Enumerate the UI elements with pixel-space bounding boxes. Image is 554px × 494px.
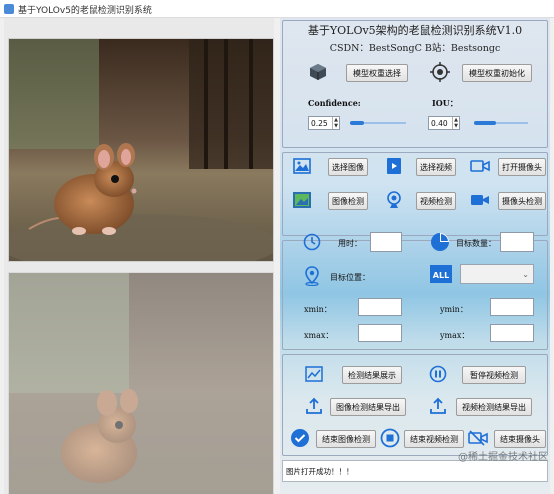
pause-icon (428, 364, 448, 384)
detect-image-button[interactable]: 图像检测 (328, 192, 368, 210)
webcam-icon (384, 190, 404, 210)
select-video-button[interactable]: 选择视频 (416, 158, 456, 176)
end-image-button[interactable]: 结束图像检测 (316, 430, 376, 448)
target-select-combo[interactable]: ⌄ (460, 264, 534, 284)
show-result-button[interactable]: 检测结果展示 (342, 366, 402, 384)
ymax-field (490, 324, 534, 342)
result-image (8, 272, 274, 494)
target-count-label: 目标数量： (456, 239, 496, 248)
mouse-photo (9, 39, 273, 261)
select-image-button[interactable]: 选择图像 (328, 158, 368, 176)
window-titlebar: 基于YOLOv5的老鼠检测识别系统 (0, 0, 554, 18)
video-camera-icon (470, 190, 490, 210)
ymin-label: ymin： (440, 305, 468, 314)
time-field (370, 232, 402, 252)
confidence-label: Confidence: (308, 98, 361, 108)
app-icon (4, 4, 14, 14)
mouse-photo-faded (9, 273, 273, 494)
model-init-button[interactable]: 模型权重初始化 (462, 64, 532, 82)
confidence-slider[interactable] (350, 118, 406, 128)
xmin-field (358, 298, 402, 316)
iou-label: IOU： (432, 98, 458, 108)
ymax-label: ymax： (440, 331, 470, 340)
check-circle-icon (290, 428, 310, 448)
xmax-field (358, 324, 402, 342)
pie-chart-icon (430, 232, 450, 252)
ymin-field (490, 298, 534, 316)
iou-slider[interactable] (474, 118, 528, 128)
upload-icon (304, 396, 324, 416)
xmin-label: xmin： (304, 305, 332, 314)
camera-off-icon (468, 428, 488, 448)
confidence-spinbox[interactable]: 0.25 ▲ ▼ (308, 116, 340, 130)
status-message: 图片打开成功！！！ (286, 466, 354, 476)
status-bar: 图片打开成功！！！ (282, 460, 548, 482)
end-video-button[interactable]: 结束视频检测 (404, 430, 464, 448)
spin-arrows-icon[interactable]: ▲ ▼ (332, 117, 339, 129)
end-camera-button[interactable]: 结束摄像头 (494, 430, 546, 448)
window-title: 基于YOLOv5的老鼠检测识别系统 (18, 6, 152, 16)
location-pin-icon (302, 266, 322, 286)
iou-slider-fill (474, 121, 496, 125)
pause-video-button[interactable]: 暂停视频检测 (462, 366, 526, 384)
upload-icon (428, 396, 448, 416)
spin-arrows-icon[interactable]: ▲ ▼ (452, 117, 459, 129)
confidence-slider-fill (350, 121, 364, 125)
image-icon (292, 156, 312, 176)
camera-icon (470, 156, 490, 176)
chevron-down-icon: ⌄ (522, 269, 529, 279)
iou-spinbox[interactable]: 0.40 ▲ ▼ (428, 116, 460, 130)
export-video-button[interactable]: 视频检测结果导出 (456, 398, 532, 416)
image-detect-icon (292, 190, 312, 210)
target-position-label: 目标位置： (330, 273, 370, 282)
all-icon: ALL (430, 264, 452, 284)
export-image-button[interactable]: 图像检测结果导出 (330, 398, 406, 416)
xmax-label: xmax： (304, 331, 334, 340)
cube-icon (308, 62, 328, 82)
app-title: 基于YOLOv5架构的老鼠检测识别系统V1.0 (307, 24, 523, 37)
time-label: 用时： (338, 239, 362, 248)
iou-value: 0.40 (431, 118, 448, 128)
image-panel (4, 18, 274, 494)
original-image (8, 38, 274, 262)
control-panel: 基于YOLOv5架构的老鼠检测识别系统V1.0 CSDN：BestSongC B… (280, 18, 550, 494)
target-icon (430, 62, 450, 82)
target-count-field (500, 232, 534, 252)
line-chart-icon (304, 364, 324, 384)
svg-text:ALL: ALL (433, 271, 449, 280)
video-file-icon (384, 156, 404, 176)
confidence-value: 0.25 (311, 118, 328, 128)
detect-video-button[interactable]: 视频检测 (416, 192, 456, 210)
open-camera-button[interactable]: 打开摄像头 (498, 158, 546, 176)
watermark: @稀土掘金技术社区 (458, 452, 548, 463)
app-subtitle: CSDN：BestSongC B站：Bestsongc (329, 43, 501, 54)
detect-camera-button[interactable]: 摄像头检测 (498, 192, 546, 210)
timer-icon (302, 232, 322, 252)
model-select-button[interactable]: 模型权重选择 (346, 64, 408, 82)
stop-circle-icon (380, 428, 400, 448)
